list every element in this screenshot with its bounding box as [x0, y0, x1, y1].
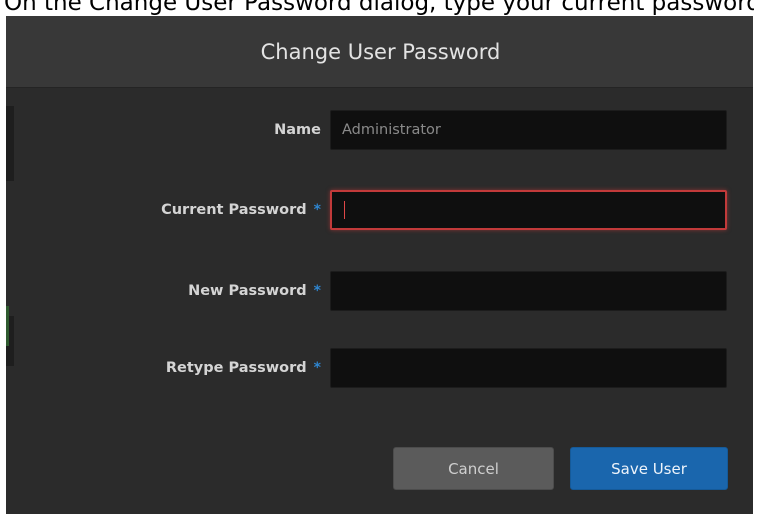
change-password-dialog: Change User Password Name Administrator …: [6, 16, 753, 514]
name-field-value: Administrator: [342, 122, 441, 138]
required-asterisk: *: [313, 283, 321, 299]
new-password-field[interactable]: [330, 271, 727, 311]
dialog-title: Change User Password: [260, 39, 501, 64]
name-label: Name: [274, 110, 321, 150]
background-page-edge: [6, 106, 14, 181]
cancel-button-label: Cancel: [448, 459, 499, 478]
background-page-accent: [6, 306, 9, 346]
instruction-caption: On the Change User Password dialog, type…: [4, 0, 754, 16]
current-password-label-text: Current Password: [161, 202, 307, 218]
text-cursor: [344, 201, 345, 219]
name-label-text: Name: [274, 122, 321, 138]
required-asterisk: *: [313, 360, 321, 376]
save-user-button-label: Save User: [611, 459, 687, 478]
required-asterisk: *: [313, 202, 321, 218]
retype-password-label-text: Retype Password: [165, 360, 307, 376]
retype-password-field[interactable]: [330, 348, 727, 388]
save-user-button[interactable]: Save User: [570, 447, 728, 490]
new-password-label-text: New Password: [188, 283, 307, 299]
current-password-field[interactable]: [330, 190, 727, 230]
current-password-label: Current Password *: [161, 190, 321, 230]
dialog-header: Change User Password: [6, 16, 753, 88]
new-password-label: New Password *: [188, 271, 321, 311]
cancel-button[interactable]: Cancel: [393, 447, 554, 490]
name-field[interactable]: Administrator: [330, 110, 727, 150]
retype-password-label: Retype Password *: [166, 348, 321, 388]
